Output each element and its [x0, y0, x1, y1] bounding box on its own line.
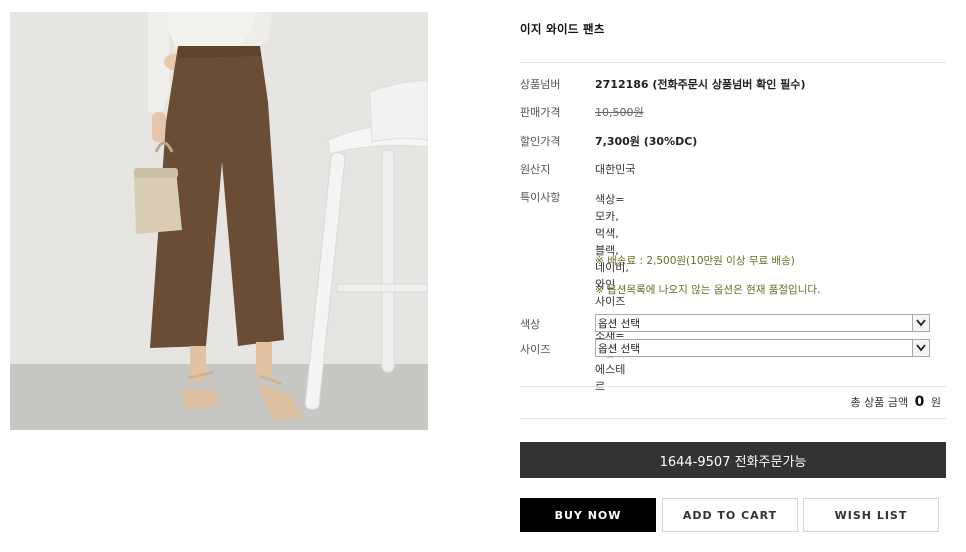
option-note: ※ 옵션목록에 나오지 않는 옵션은 현재 품절입니다.: [595, 284, 821, 296]
phone-order-button[interactable]: 1644-9507 전화주문가능: [520, 442, 946, 478]
total-price: 총 상품 금액 0 원: [851, 394, 941, 410]
total-price-label: 총 상품 금액: [850, 396, 909, 409]
chevron-down-icon[interactable]: [912, 340, 929, 356]
size-select[interactable]: 옵션 선택: [595, 339, 930, 357]
product-photo-illustration: [10, 12, 428, 430]
color-select-value: 옵션 선택: [598, 318, 640, 330]
total-price-amount: 0: [914, 394, 925, 410]
special-note-color: 색상=모카, 먹색, 블랙, 네이비, 와인: [595, 193, 629, 291]
color-option-label: 색상: [520, 318, 541, 331]
origin-label: 원산지: [520, 163, 551, 176]
total-price-unit: 원: [930, 396, 941, 409]
size-option-label: 사이즈: [520, 343, 551, 356]
add-to-cart-button[interactable]: ADD TO CART: [662, 498, 798, 532]
size-option-row: 사이즈 옵션 선택: [520, 339, 930, 357]
special-notes-label: 특이사항: [520, 191, 561, 204]
chevron-down-icon[interactable]: [912, 315, 929, 331]
wish-list-button[interactable]: WISH LIST: [803, 498, 939, 532]
divider: [520, 418, 946, 419]
price-label: 판매가격: [520, 106, 561, 119]
product-title: 이지 와이드 팬츠: [520, 22, 605, 36]
divider: [520, 386, 946, 387]
original-price: 10,500원: [595, 106, 644, 119]
origin-value: 대한민국: [595, 163, 636, 176]
sale-price-label: 할인가격: [520, 135, 561, 148]
divider: [520, 62, 946, 63]
shipping-note: ※ 배송료 : 2,500원(10만원 이상 무료 배송): [595, 255, 795, 267]
size-select-value: 옵션 선택: [598, 343, 640, 355]
sale-price-value: 7,300원 (30%DC): [595, 135, 698, 148]
product-code-label: 상품넘버: [520, 78, 561, 91]
product-image[interactable]: [10, 12, 428, 430]
product-code-value: 2712186 (전화주문시 상품넘버 확인 필수): [595, 78, 806, 91]
color-option-row: 색상 옵션 선택: [520, 314, 930, 332]
buy-now-button[interactable]: BUY NOW: [520, 498, 656, 532]
color-select[interactable]: 옵션 선택: [595, 314, 930, 332]
special-note-material: 소재=면폴리에스테르: [595, 329, 626, 393]
